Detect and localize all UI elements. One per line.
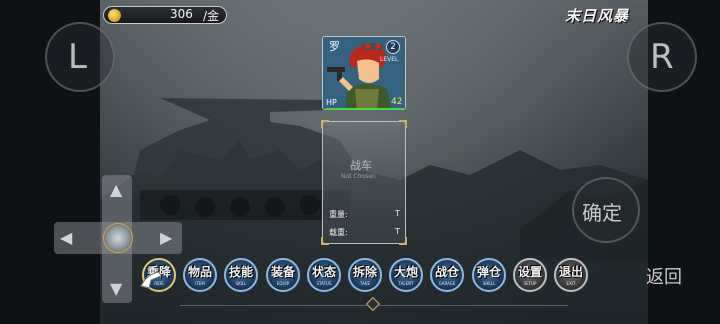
- menu-label: 技能: [228, 265, 253, 279]
- vehicle-panel[interactable]: [321, 120, 407, 245]
- character-name: 罗: [329, 40, 340, 53]
- game-logo: 末日风暴: [565, 7, 630, 25]
- menu-label: 拆除: [352, 265, 377, 279]
- coin-unit: /金: [203, 9, 220, 23]
- back-button[interactable]: 返回: [646, 263, 682, 289]
- menu-sublabel: GARAGE: [438, 281, 456, 286]
- vehicle-title: 战车: [350, 159, 372, 172]
- menu-sublabel: TAKE: [359, 281, 371, 286]
- menu-label: 物品: [187, 265, 212, 279]
- hp-value: 42: [391, 97, 403, 107]
- load-unit: T: [395, 227, 400, 236]
- coin-icon: [108, 9, 121, 22]
- menu-sublabel: EXIT: [566, 281, 576, 286]
- l-shoulder-label: L: [68, 37, 87, 77]
- menu-label: 大炮: [393, 265, 418, 279]
- menu-sublabel: SHELL: [482, 281, 496, 286]
- weight-unit: T: [395, 209, 400, 218]
- hp-bar: [326, 108, 404, 110]
- coin-amount: 306: [170, 7, 193, 21]
- corner-ornament: [321, 120, 329, 128]
- menu-sublabel: ITEM: [195, 281, 205, 286]
- dpad-up-icon[interactable]: ▲: [110, 180, 122, 199]
- weight-label: 重量:: [329, 210, 348, 219]
- menu-sublabel: EQUIP: [276, 281, 290, 286]
- menu-label: 弹仓: [476, 265, 501, 279]
- character-level: 2: [386, 40, 400, 54]
- vehicle-subtitle: Not Chosen: [341, 173, 376, 180]
- corner-ornament: [399, 120, 407, 128]
- hand-cursor-icon: [140, 271, 162, 289]
- corner-ornament: [399, 237, 407, 245]
- dpad-left-icon[interactable]: ◀: [60, 228, 72, 247]
- menu-sublabel: SKILL: [235, 281, 247, 286]
- menu-label: 战仓: [434, 265, 459, 279]
- level-label: LEVEL: [380, 56, 399, 63]
- menu-label: 装备: [270, 265, 295, 279]
- game-screen: 306 /金 末日风暴 L R 罗 2 LEVEL HP 42 战车 Not C…: [0, 0, 720, 324]
- menu-label: 退出: [558, 265, 583, 279]
- dpad-right-icon[interactable]: ▶: [160, 228, 172, 247]
- corner-ornament: [321, 237, 329, 245]
- menu-label: 设置: [517, 265, 542, 279]
- menu-sublabel: STATUS: [316, 281, 332, 286]
- confirm-label: 确定: [582, 201, 622, 225]
- menu-sublabel: TALENT: [398, 281, 414, 286]
- menu-sublabel: SETUP: [523, 281, 537, 286]
- r-shoulder-label: R: [650, 37, 674, 77]
- menu-label: 状态: [311, 265, 336, 279]
- load-label: 载重:: [329, 228, 348, 237]
- hp-label: HP: [326, 98, 337, 107]
- dpad-center-button[interactable]: [103, 223, 133, 253]
